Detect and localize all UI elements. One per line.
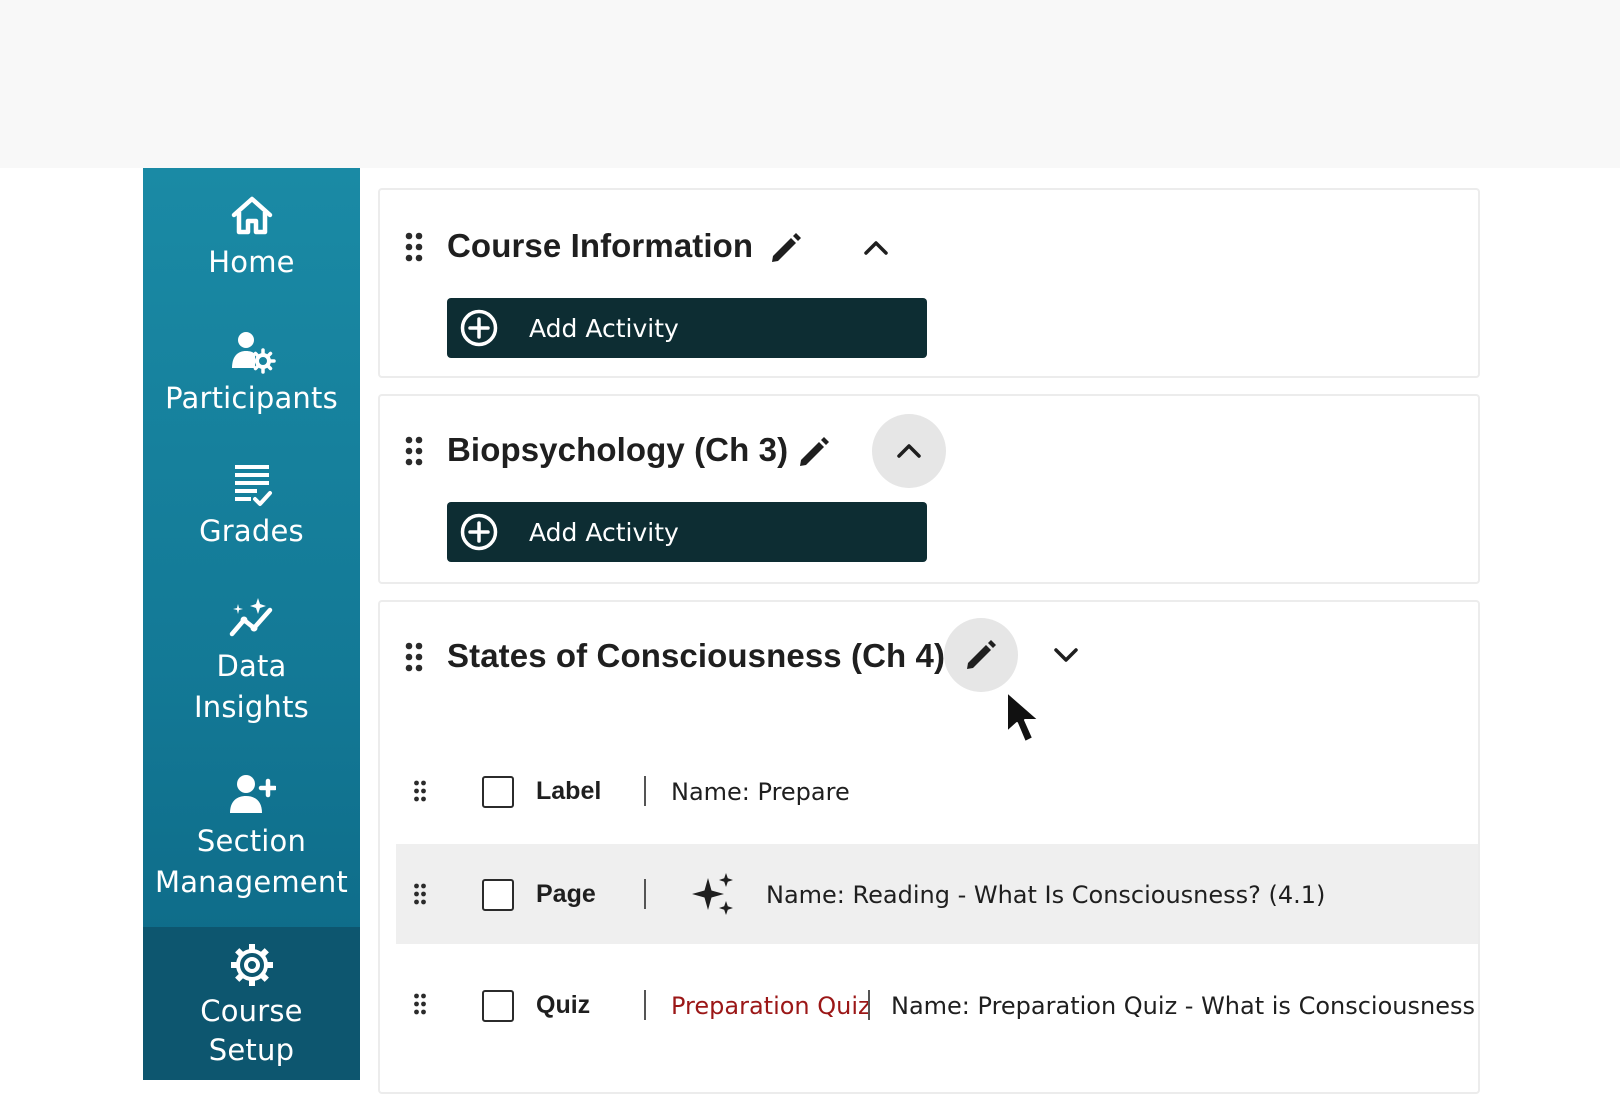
- add-activity-label: Add Activity: [529, 313, 679, 343]
- activity-row-quiz[interactable]: Quiz Preparation Quiz Name: Preparation …: [396, 954, 1478, 1054]
- data-insights-icon: [229, 598, 272, 637]
- drag-handle-icon[interactable]: [413, 780, 427, 802]
- divider: [644, 990, 646, 1020]
- edit-section-button[interactable]: [764, 226, 808, 270]
- divider: [644, 879, 646, 909]
- drag-handle-icon[interactable]: [404, 436, 424, 466]
- activity-checkbox[interactable]: [482, 990, 514, 1022]
- activity-row-page[interactable]: Page Name: Reading - What Is Consciousne…: [396, 844, 1478, 944]
- sidebar-item-label: Setup: [208, 1033, 295, 1067]
- activity-type: Quiz: [536, 991, 591, 1019]
- collapse-section-button[interactable]: [856, 228, 896, 268]
- activity-tag[interactable]: Preparation Quiz: [671, 992, 871, 1020]
- chevron-up-icon: [864, 241, 888, 255]
- sidebar-item-section-management[interactable]: Section Management: [143, 771, 360, 903]
- sidebar-item-label: Insights: [194, 690, 309, 724]
- activity-checkbox[interactable]: [482, 776, 514, 808]
- sidebar-item-participants[interactable]: Participants: [143, 328, 360, 419]
- edit-section-button[interactable]: [792, 430, 836, 474]
- sparkle-icon: [692, 873, 733, 915]
- section-course-information: Course Information Add Activity: [378, 188, 1480, 378]
- divider: [644, 776, 646, 806]
- drag-handle-icon[interactable]: [413, 993, 427, 1015]
- activity-name: Name: Preparation Quiz - What is Conscio…: [891, 992, 1475, 1020]
- sidebar-item-data-insights[interactable]: Data Insights: [143, 596, 360, 728]
- gear-icon: [230, 944, 273, 986]
- sidebar-item-label: Grades: [199, 514, 304, 548]
- sidebar-item-label: Data: [216, 649, 287, 683]
- drag-handle-icon[interactable]: [413, 883, 427, 905]
- drag-handle-icon[interactable]: [404, 232, 424, 262]
- pencil-icon: [772, 233, 801, 262]
- chevron-up-icon: [897, 444, 921, 458]
- activity-name: Name: Reading - What Is Consciousness? (…: [766, 881, 1326, 909]
- section-title: Course Information: [447, 227, 754, 264]
- sidebar-item-label: Course: [200, 994, 303, 1028]
- chevron-down-icon: [1054, 648, 1078, 662]
- divider: [868, 990, 870, 1020]
- expand-section-button[interactable]: [1046, 635, 1086, 675]
- top-bar: [0, 0, 1620, 168]
- sidebar-item-label: Participants: [165, 381, 338, 415]
- plus-circle-icon: [460, 513, 498, 551]
- sidebar-item-grades[interactable]: Grades: [143, 461, 360, 552]
- section-title: Biopsychology (Ch 3): [447, 431, 789, 468]
- edit-section-button[interactable]: [944, 618, 1018, 692]
- section-management-icon: [229, 775, 276, 813]
- grades-icon: [234, 465, 272, 506]
- mouse-cursor-icon: [1006, 691, 1040, 743]
- sidebar-nav: Home Participants Grades Data Insights S…: [143, 168, 360, 1080]
- activity-name: Name: Prepare: [671, 778, 850, 806]
- add-activity-button[interactable]: Add Activity: [447, 502, 927, 562]
- sidebar-item-course-setup[interactable]: Course Setup: [143, 927, 360, 1080]
- section-biopsychology: Biopsychology (Ch 3) Add Activity: [378, 394, 1480, 584]
- activity-row-label[interactable]: Label Name: Prepare: [396, 742, 1478, 842]
- plus-circle-icon: [460, 309, 498, 347]
- pencil-icon: [967, 640, 996, 669]
- activity-checkbox[interactable]: [482, 879, 514, 911]
- collapse-section-button[interactable]: [872, 414, 946, 488]
- sidebar-item-label: Section: [196, 824, 307, 858]
- section-title: States of Consciousness (Ch 4): [447, 637, 946, 674]
- activity-type: Label: [536, 777, 602, 805]
- home-icon: [231, 196, 272, 235]
- add-activity-button[interactable]: Add Activity: [447, 298, 927, 358]
- activity-type: Page: [536, 880, 596, 908]
- sidebar-item-label: Home: [208, 245, 295, 279]
- sidebar-item-home[interactable]: Home: [143, 192, 360, 283]
- sidebar-item-label: Management: [154, 865, 349, 899]
- add-activity-label: Add Activity: [529, 517, 679, 547]
- course-content: Course Information Add Activity Biopsych…: [378, 168, 1480, 1094]
- pencil-icon: [800, 437, 829, 466]
- section-states-of-consciousness: States of Consciousness (Ch 4) Label Nam…: [378, 600, 1480, 1094]
- drag-handle-icon[interactable]: [404, 642, 424, 672]
- participants-icon: [231, 332, 276, 374]
